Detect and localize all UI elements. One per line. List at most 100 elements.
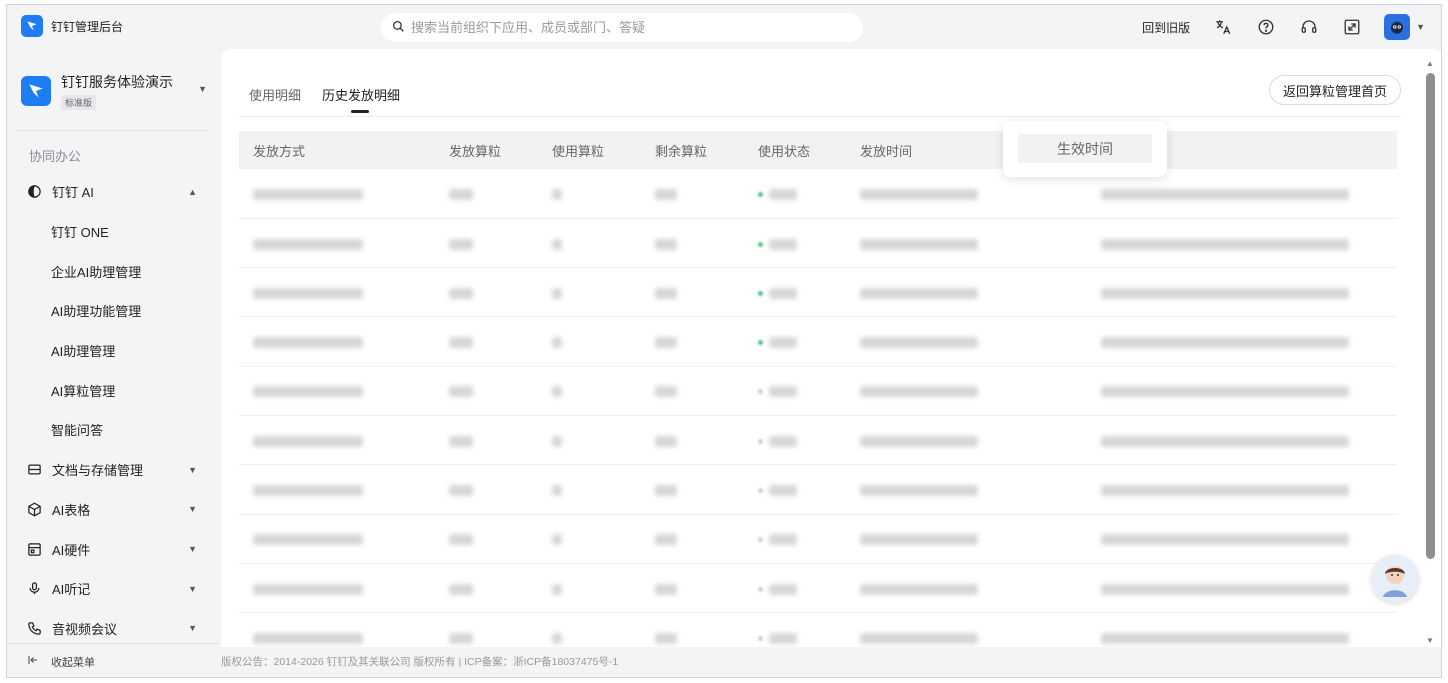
sidebar-item-ai-function[interactable]: AI助理功能管理: [17, 291, 207, 331]
blurred-value: [449, 484, 473, 496]
fullscreen-icon[interactable]: [1341, 16, 1363, 38]
table-cell: [538, 563, 641, 614]
app-window: 钉钉管理后台 回到旧版 ▼: [6, 4, 1442, 678]
blurred-value: [860, 287, 978, 299]
sidebar: 钉钉服务体验演示 标准版 ▼ 协同办公 钉钉 AI ▲ 钉钉 ONE 企业AI助…: [7, 49, 219, 677]
table-cell: [435, 514, 538, 564]
blurred-value: [860, 188, 978, 200]
table-header-row: 发放方式 发放算粒 使用算粒 剩余算粒 使用状态 发放时间: [239, 131, 1397, 169]
effective-time-header: 生效时间: [1018, 134, 1152, 163]
table-row: [239, 366, 1397, 416]
table-cell: [239, 464, 435, 515]
blurred-value: [769, 484, 797, 496]
table-cell: [239, 169, 435, 219]
sidebar-item-ai-credits[interactable]: AI算粒管理: [17, 370, 207, 410]
table-cell: [641, 316, 744, 367]
blurred-value: [655, 583, 677, 595]
blurred-value: [449, 188, 473, 200]
table-cell: [744, 169, 846, 219]
blurred-value: [552, 435, 562, 447]
tab-history-issue-detail[interactable]: 历史发放明细: [322, 85, 400, 113]
table-cell: [744, 464, 846, 515]
table-cell: [641, 514, 744, 564]
chevron-down-icon[interactable]: ▼: [1416, 22, 1425, 32]
table-cell: [435, 169, 538, 219]
search-input[interactable]: [411, 20, 831, 35]
table-cell: [1036, 464, 1397, 515]
blurred-value: [449, 632, 473, 644]
blurred-value: [860, 238, 978, 250]
sidebar-item-smart-qa[interactable]: 智能问答: [17, 410, 207, 450]
scroll-down-icon[interactable]: ▼: [1426, 636, 1434, 645]
back-to-credits-home-button[interactable]: 返回算粒管理首页: [1268, 75, 1401, 105]
table-cell: [435, 267, 538, 318]
blurred-value: [253, 632, 363, 644]
sidebar-item-docs-storage[interactable]: 文档与存储管理 ▼: [17, 450, 207, 490]
sidebar-item-dingtalk-one[interactable]: 钉钉 ONE: [17, 212, 207, 252]
table-cell: [538, 514, 641, 564]
blurred-value: [1101, 484, 1349, 496]
table-cell: [538, 415, 641, 466]
table-cell: [641, 464, 744, 515]
sidebar-item-ai-assistant[interactable]: AI助理管理: [17, 331, 207, 371]
table-cell: [1036, 267, 1397, 318]
chevron-down-icon[interactable]: ▼: [198, 84, 207, 94]
translate-icon[interactable]: [1212, 16, 1234, 38]
table-cell: [435, 366, 538, 416]
sidebar-item-ai-notes[interactable]: AI听记 ▼: [17, 569, 207, 609]
history-table: 发放方式 发放算粒 使用算粒 剩余算粒 使用状态 发放时间: [239, 131, 1397, 647]
blurred-value: [655, 188, 677, 200]
tab-bar: 使用明细 历史发放明细: [249, 85, 400, 113]
sidebar-item-dingtalk-ai[interactable]: 钉钉 AI ▲: [17, 172, 207, 212]
table-cell: [239, 514, 435, 564]
ai-assistant-avatar[interactable]: [1371, 555, 1419, 603]
blurred-value: [655, 534, 677, 546]
blurred-value: [769, 435, 797, 447]
table-cell: [538, 218, 641, 269]
table-cell: [1036, 563, 1397, 614]
table-cell: [744, 267, 846, 318]
blurred-value: [1101, 583, 1349, 595]
org-switcher[interactable]: 钉钉服务体验演示 标准版 ▼: [21, 69, 207, 113]
org-logo-icon: [21, 76, 51, 106]
avatar[interactable]: [1384, 14, 1411, 40]
blurred-value: [655, 238, 677, 250]
blurred-value: [860, 435, 978, 447]
scrollbar[interactable]: ▲ ▼: [1425, 57, 1435, 645]
footer-copyright: 版权公告：2014-2026 钉钉及其关联公司 版权所有 | ICP备案：浙IC…: [221, 656, 619, 668]
divider: [17, 130, 209, 131]
collapse-icon: [27, 654, 39, 669]
table-cell: [239, 267, 435, 318]
cube-icon: [26, 501, 42, 517]
col-remaining-credits: 剩余算粒: [641, 131, 744, 169]
table-cell: [435, 464, 538, 515]
table-cell: [239, 563, 435, 614]
scroll-up-icon[interactable]: ▲: [1426, 59, 1434, 68]
collapse-menu-button[interactable]: 收起菜单: [7, 643, 219, 677]
help-icon[interactable]: [1255, 16, 1277, 38]
table-cell: [744, 563, 846, 614]
blurred-value: [449, 386, 473, 398]
blurred-value: [552, 484, 562, 496]
table-row: [239, 218, 1397, 269]
blurred-value: [860, 484, 978, 496]
global-search[interactable]: [381, 13, 863, 42]
tab-usage-detail[interactable]: 使用明细: [249, 85, 301, 113]
table-cell: [239, 366, 435, 416]
blurred-value: [449, 337, 473, 349]
blurred-value: [860, 386, 978, 398]
app-title: 钉钉管理后台: [51, 19, 124, 34]
sidebar-item-ai-table[interactable]: AI表格 ▼: [17, 490, 207, 530]
chevron-up-icon: ▲: [188, 186, 197, 197]
table-row: [239, 169, 1397, 219]
headset-icon[interactable]: [1298, 16, 1320, 38]
search-icon: [392, 20, 405, 36]
sidebar-item-enterprise-ai[interactable]: 企业AI助理管理: [17, 251, 207, 291]
table-cell: [641, 366, 744, 416]
scrollbar-thumb[interactable]: [1426, 73, 1435, 559]
sidebar-item-ai-hardware[interactable]: AI硬件 ▼: [17, 529, 207, 569]
blurred-value: [769, 337, 797, 349]
blurred-value: [860, 337, 978, 349]
old-version-button[interactable]: 回到旧版: [1142, 19, 1190, 36]
status-dot-icon: [758, 537, 763, 543]
